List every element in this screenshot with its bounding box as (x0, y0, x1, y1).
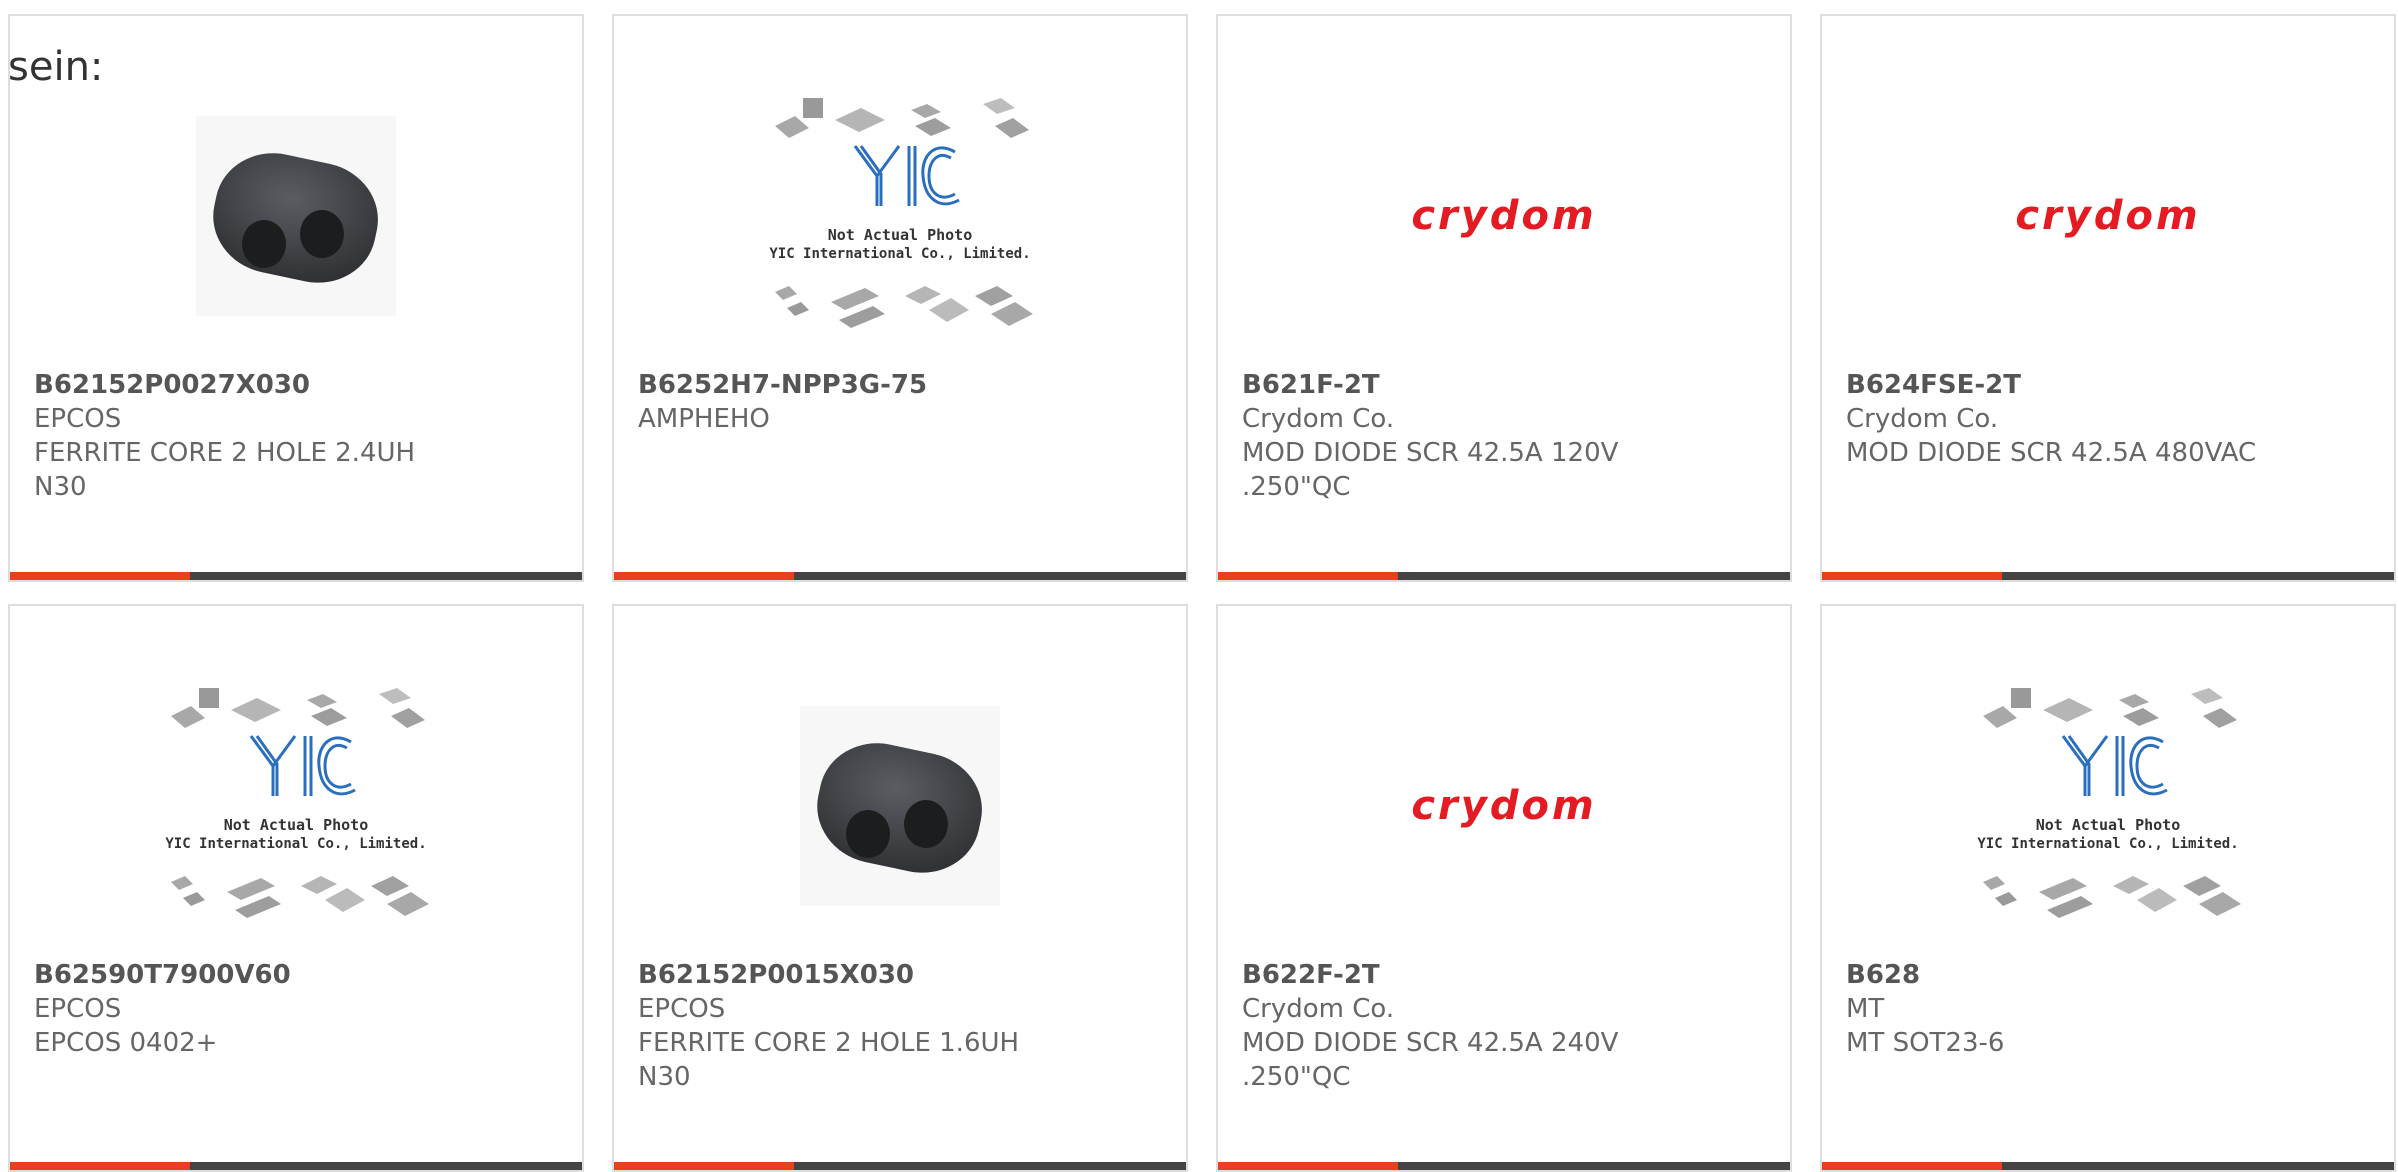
yic-company-text: YIC International Co., Limited. (769, 246, 1030, 262)
card-bottom-bar (10, 1162, 582, 1170)
ferrite-core-image[interactable] (800, 706, 1000, 906)
card-accent-bar (10, 572, 190, 580)
product-description: MOD DIODE SCR 42.5A 240V (1242, 1028, 1619, 1058)
product-manufacturer: Crydom Co. (1846, 404, 1999, 434)
product-info: B62590T7900V60 EPCOS EPCOS 0402+ (34, 958, 558, 1060)
product-manufacturer: Crydom Co. (1242, 404, 1395, 434)
product-part-number[interactable]: B628 (1846, 958, 2370, 992)
product-info: B628 MT MT SOT23-6 (1846, 958, 2370, 1060)
crydom-logo[interactable]: crydom (1411, 783, 1596, 829)
product-card[interactable]: B62152P0027X030 EPCOS FERRITE CORE 2 HOLE … (8, 14, 584, 582)
yic-company-text: YIC International Co., Limited. (165, 836, 426, 852)
product-info: B62152P0015X030 EPCOS FERRITE CORE 2 HOLE … (638, 958, 1162, 1094)
yic-placeholder-image[interactable]: Not Actual Photo YIC International Co., … (161, 686, 431, 926)
card-accent-bar (1822, 572, 2002, 580)
not-actual-photo-text: Not Actual Photo (224, 816, 369, 834)
product-card[interactable]: Not Actual Photo YIC International Co., … (8, 604, 584, 1172)
product-part-number[interactable]: B622F-2T (1242, 958, 1766, 992)
product-part-number[interactable]: B62590T7900V60 (34, 958, 558, 992)
card-accent-bar (10, 1162, 190, 1170)
card-accent-bar (614, 572, 794, 580)
product-manufacturer: Crydom Co. (1242, 994, 1395, 1024)
card-bottom-bar (1822, 1162, 2394, 1170)
product-manufacturer: EPCOS (638, 994, 726, 1024)
product-description: EPCOS 0402+ (34, 1028, 218, 1058)
product-image-area (614, 666, 1186, 946)
product-image-area (10, 76, 582, 356)
product-description-cont: .250"QC (1242, 1062, 1351, 1092)
product-card[interactable]: crydom B624FSE-2T Crydom Co. MOD DIODE SCR … (1820, 14, 2396, 582)
card-accent-bar (1218, 1162, 1398, 1170)
card-accent-bar (1822, 1162, 2002, 1170)
product-manufacturer: AMPHEHO (638, 404, 770, 434)
product-manufacturer: EPCOS (34, 994, 122, 1024)
product-description-cont: .250"QC (1242, 472, 1351, 502)
product-manufacturer: EPCOS (34, 404, 122, 434)
crydom-logo[interactable]: crydom (1411, 193, 1596, 239)
not-actual-photo-text: Not Actual Photo (2036, 816, 2181, 834)
product-image-area: crydom (1218, 666, 1790, 946)
product-image-area: crydom (1218, 76, 1790, 356)
product-info: B62152P0027X030 EPCOS FERRITE CORE 2 HOLE … (34, 368, 558, 504)
product-image-area: Not Actual Photo YIC International Co., … (10, 666, 582, 946)
product-info: B621F-2T Crydom Co. MOD DIODE SCR 42.5A 12… (1242, 368, 1766, 504)
product-image-area: crydom (1822, 76, 2394, 356)
not-actual-photo-text: Not Actual Photo (828, 226, 973, 244)
crydom-logo[interactable]: crydom (2015, 193, 2200, 239)
product-info: B622F-2T Crydom Co. MOD DIODE SCR 42.5A 24… (1242, 958, 1766, 1094)
card-accent-bar (614, 1162, 794, 1170)
product-description-cont: N30 (638, 1062, 691, 1092)
product-part-number[interactable]: B62152P0015X030 (638, 958, 1162, 992)
yic-company-text: YIC International Co., Limited. (1977, 836, 2238, 852)
product-image-area: Not Actual Photo YIC International Co., … (614, 76, 1186, 356)
product-info: B6252H7-NPP3G-75 AMPHEHO (638, 368, 1162, 436)
product-part-number[interactable]: B624FSE-2T (1846, 368, 2370, 402)
product-card[interactable]: Not Actual Photo YIC International Co., … (1820, 604, 2396, 1172)
card-bottom-bar (614, 572, 1186, 580)
product-description: FERRITE CORE 2 HOLE 2.4UH (34, 438, 416, 468)
product-part-number[interactable]: B62152P0027X030 (34, 368, 558, 402)
ferrite-core-image[interactable] (196, 116, 396, 316)
card-bottom-bar (1218, 572, 1790, 580)
product-card[interactable]: Not Actual Photo YIC International Co., … (612, 14, 1188, 582)
card-bottom-bar (1218, 1162, 1790, 1170)
product-image-area: Not Actual Photo YIC International Co., … (1822, 666, 2394, 946)
product-card[interactable]: crydom B622F-2T Crydom Co. MOD DIODE SCR 42… (1216, 604, 1792, 1172)
product-description: FERRITE CORE 2 HOLE 1.6UH (638, 1028, 1020, 1058)
product-description: MOD DIODE SCR 42.5A 480VAC (1846, 438, 2257, 468)
product-card[interactable]: B62152P0015X030 EPCOS FERRITE CORE 2 HOLE … (612, 604, 1188, 1172)
card-bottom-bar (10, 572, 582, 580)
yic-placeholder-image[interactable]: Not Actual Photo YIC International Co., … (765, 96, 1035, 336)
product-description: MOD DIODE SCR 42.5A 120V (1242, 438, 1619, 468)
product-description: MT SOT23-6 (1846, 1028, 2005, 1058)
product-part-number[interactable]: B6252H7-NPP3G-75 (638, 368, 1162, 402)
card-bottom-bar (614, 1162, 1186, 1170)
product-card[interactable]: crydom B621F-2T Crydom Co. MOD DIODE SCR 42… (1216, 14, 1792, 582)
product-description-cont: N30 (34, 472, 87, 502)
intro-text: sein: (8, 44, 104, 90)
product-part-number[interactable]: B621F-2T (1242, 368, 1766, 402)
yic-placeholder-image[interactable]: Not Actual Photo YIC International Co., … (1973, 686, 2243, 926)
product-info: B624FSE-2T Crydom Co. MOD DIODE SCR 42.5A … (1846, 368, 2370, 470)
card-accent-bar (1218, 572, 1398, 580)
card-bottom-bar (1822, 572, 2394, 580)
product-manufacturer: MT (1846, 994, 1885, 1024)
